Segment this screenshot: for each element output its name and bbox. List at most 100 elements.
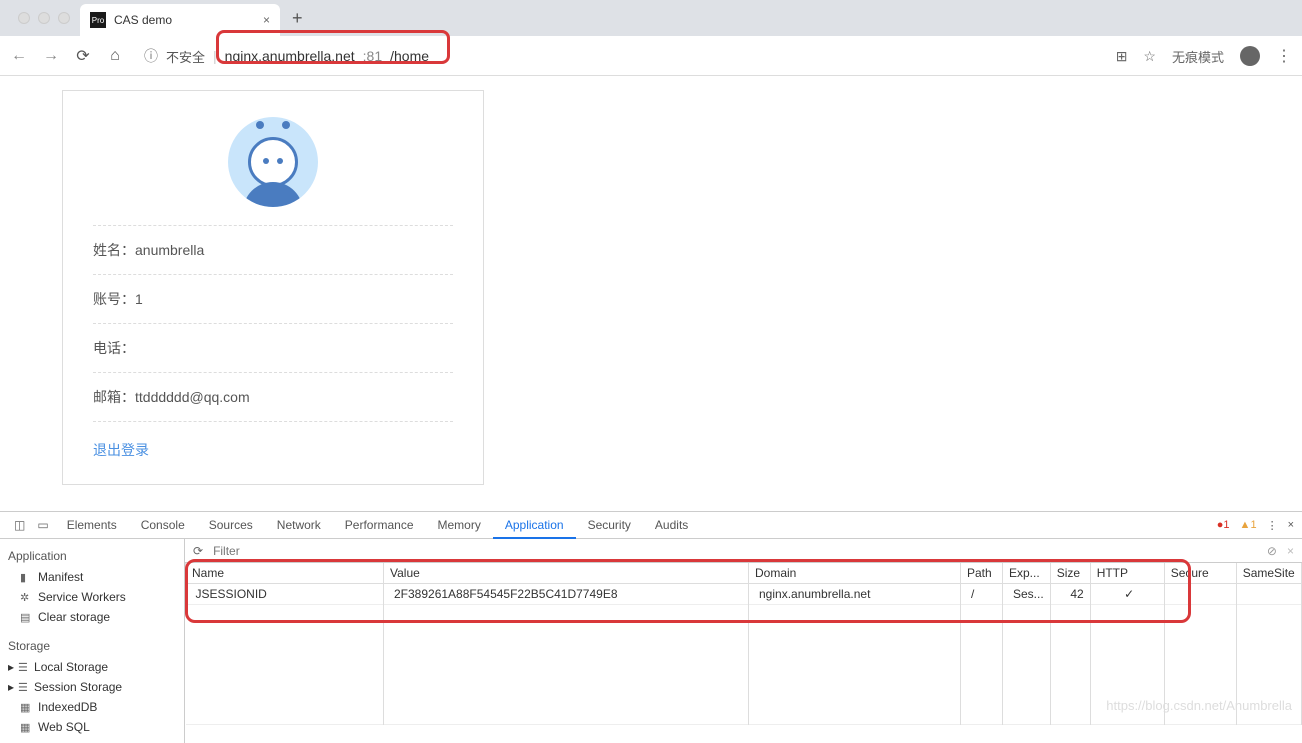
cookie-path: /: [961, 584, 1003, 605]
browser-chrome: Pro CAS demo × + ← → ⟳ ⌂ ⓘ 不安全 | nginx.a…: [0, 0, 1302, 76]
cookie-domain: nginx.anumbrella.net: [749, 584, 961, 605]
cookie-samesite: [1236, 584, 1301, 605]
name-value: anumbrella: [135, 242, 204, 258]
sidebar-header-storage: Storage: [0, 635, 184, 657]
tab-audits[interactable]: Audits: [643, 512, 700, 539]
browser-tab[interactable]: Pro CAS demo ×: [80, 4, 280, 36]
account-label: 账号：: [93, 289, 135, 309]
chevron-right-icon: ▸: [8, 660, 14, 674]
tab-network[interactable]: Network: [265, 512, 333, 539]
chevron-right-icon: ▸: [8, 680, 14, 694]
reload-icon[interactable]: ⟳: [74, 46, 92, 66]
cookie-toolbar: ⟳ ⊘ ×: [185, 539, 1302, 563]
sidebar-item-service-workers[interactable]: ✲Service Workers: [0, 587, 184, 607]
close-tab-icon[interactable]: ×: [263, 13, 270, 27]
minimize-window-icon[interactable]: [38, 12, 50, 24]
database-icon: ▦: [20, 721, 32, 734]
tab-console[interactable]: Console: [129, 512, 197, 539]
address-bar: ← → ⟳ ⌂ ⓘ 不安全 | nginx.anumbrella.net:81/…: [0, 36, 1302, 76]
th-domain[interactable]: Domain: [749, 563, 961, 584]
th-path[interactable]: Path: [961, 563, 1003, 584]
th-secure[interactable]: Secure: [1164, 563, 1236, 584]
url-input[interactable]: ⓘ 不安全 | nginx.anumbrella.net:81/home: [138, 46, 1102, 66]
page-content: 姓名：anumbrella 账号：1 电话： 邮箱：ttdddddd@qq.co…: [0, 76, 1302, 511]
translate-icon[interactable]: ⊞: [1116, 48, 1128, 65]
tab-sources[interactable]: Sources: [197, 512, 265, 539]
site-info-icon[interactable]: ⓘ: [144, 46, 158, 66]
devtools-tab-bar: ◫ ▭ Elements Console Sources Network Per…: [0, 512, 1302, 539]
devtools-panel: ◫ ▭ Elements Console Sources Network Per…: [0, 511, 1302, 729]
window-controls: [8, 12, 80, 24]
cookie-filter-input[interactable]: [213, 544, 1257, 558]
logout-row: 退出登录: [93, 422, 453, 460]
avatar-icon: [228, 117, 318, 207]
maximize-window-icon[interactable]: [58, 12, 70, 24]
toolbar-right: ⊞ ☆ 无痕模式 ⋮: [1116, 46, 1292, 66]
inspect-icon[interactable]: ◫: [8, 518, 31, 532]
th-value[interactable]: Value: [384, 563, 749, 584]
logout-link[interactable]: 退出登录: [93, 442, 149, 458]
warning-badge[interactable]: ▲1: [1240, 519, 1257, 531]
email-value: ttdddddd@qq.com: [135, 389, 250, 405]
profile-card: 姓名：anumbrella 账号：1 电话： 邮箱：ttdddddd@qq.co…: [62, 90, 484, 485]
tab-performance[interactable]: Performance: [333, 512, 426, 539]
tab-memory[interactable]: Memory: [426, 512, 493, 539]
url-path: /home: [390, 48, 429, 64]
bookmark-icon[interactable]: ☆: [1143, 48, 1156, 65]
delete-icon[interactable]: ×: [1287, 544, 1294, 558]
th-http[interactable]: HTTP: [1090, 563, 1164, 584]
refresh-icon[interactable]: ⟳: [193, 544, 203, 558]
close-window-icon[interactable]: [18, 12, 30, 24]
cookie-value: 2F389261A88F54545F22B5C41D7749E8: [384, 584, 749, 605]
tab-application[interactable]: Application: [493, 512, 576, 539]
storage-icon: ▤: [20, 611, 32, 624]
manifest-icon: ▮: [20, 571, 32, 584]
insecure-label: 不安全: [166, 47, 205, 66]
incognito-icon: [1240, 46, 1260, 66]
th-expires[interactable]: Exp...: [1003, 563, 1051, 584]
sidebar-item-clear-storage[interactable]: ▤Clear storage: [0, 607, 184, 627]
database-icon: ▦: [20, 701, 32, 714]
back-icon[interactable]: ←: [10, 47, 28, 65]
session-storage-icon: ☰: [18, 681, 30, 694]
cookie-row[interactable]: JSESSIONID 2F389261A88F54545F22B5C41D774…: [186, 584, 1302, 605]
local-storage-icon: ☰: [18, 661, 30, 674]
sidebar-item-websql[interactable]: ▦Web SQL: [0, 717, 184, 737]
menu-icon[interactable]: ⋮: [1276, 46, 1292, 66]
avatar-section: [93, 111, 453, 226]
th-size[interactable]: Size: [1050, 563, 1090, 584]
th-samesite[interactable]: SameSite: [1236, 563, 1301, 584]
sidebar-item-manifest[interactable]: ▮Manifest: [0, 567, 184, 587]
sidebar-item-indexeddb[interactable]: ▦IndexedDB: [0, 697, 184, 717]
name-label: 姓名：: [93, 240, 135, 260]
profile-account-row: 账号：1: [93, 275, 453, 324]
devtools-sidebar: Application ▮Manifest ✲Service Workers ▤…: [0, 539, 185, 743]
th-name[interactable]: Name: [186, 563, 384, 584]
url-port: :81: [363, 48, 382, 64]
email-label: 邮箱：: [93, 387, 135, 407]
sidebar-header-application: Application: [0, 545, 184, 567]
clear-icon[interactable]: ⊘: [1267, 544, 1277, 558]
watermark: https://blog.csdn.net/Anumbrella: [1106, 698, 1292, 713]
url-host: nginx.anumbrella.net: [225, 48, 355, 64]
sidebar-item-session-storage[interactable]: ▸☰Session Storage: [0, 677, 184, 697]
tab-security[interactable]: Security: [576, 512, 643, 539]
devtools-menu-icon[interactable]: ⋮: [1267, 519, 1278, 532]
profile-email-row: 邮箱：ttdddddd@qq.com: [93, 373, 453, 422]
error-badge[interactable]: ●1: [1217, 519, 1230, 531]
cookie-http: ✓: [1090, 584, 1164, 605]
forward-icon[interactable]: →: [42, 47, 60, 65]
new-tab-button[interactable]: +: [280, 8, 315, 29]
phone-label: 电话：: [93, 338, 135, 358]
home-icon[interactable]: ⌂: [106, 47, 124, 65]
cookie-expires: Ses...: [1003, 584, 1051, 605]
sidebar-item-local-storage[interactable]: ▸☰Local Storage: [0, 657, 184, 677]
device-toggle-icon[interactable]: ▭: [31, 518, 54, 532]
tab-favicon-icon: Pro: [90, 12, 106, 28]
cookie-name: JSESSIONID: [186, 584, 384, 605]
tab-title: CAS demo: [114, 13, 172, 27]
devtools-close-icon[interactable]: ×: [1288, 519, 1294, 531]
cookie-secure: [1164, 584, 1236, 605]
tab-elements[interactable]: Elements: [55, 512, 129, 539]
account-value: 1: [135, 291, 143, 307]
